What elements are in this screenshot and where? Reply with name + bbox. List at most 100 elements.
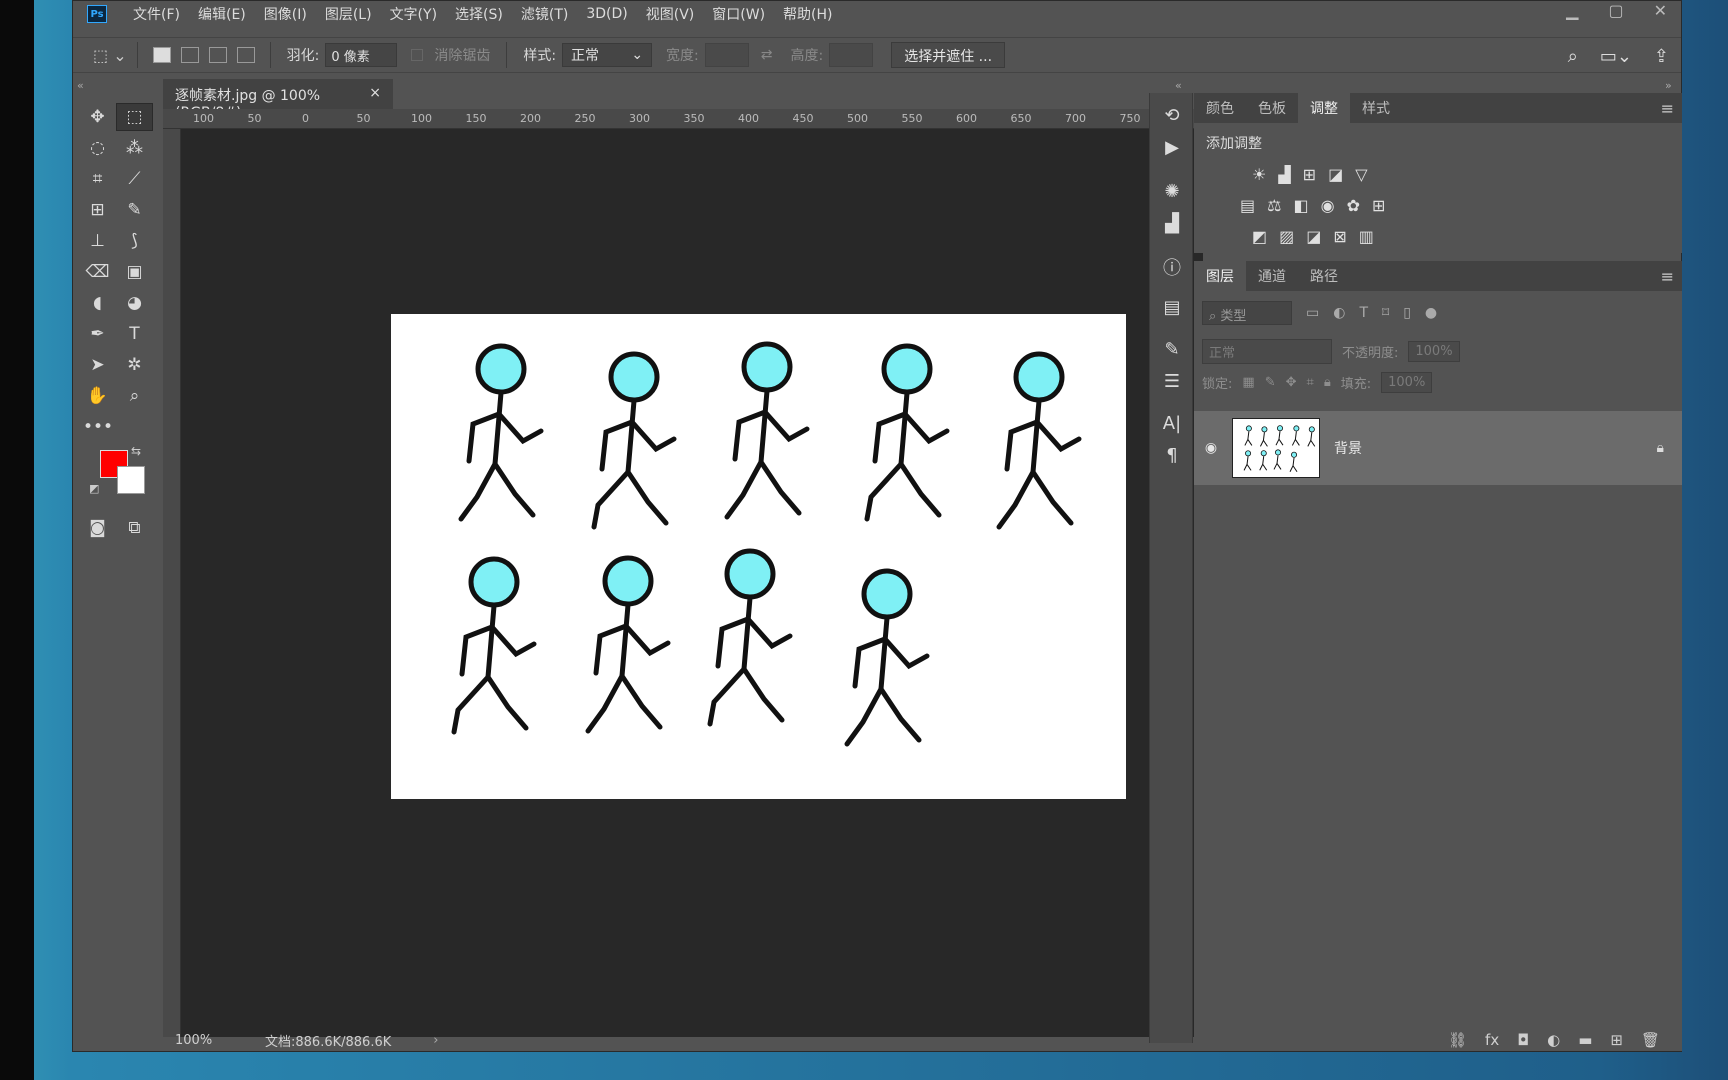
width-input[interactable] (704, 43, 749, 67)
selective-color-icon[interactable]: ⊠ (1333, 227, 1346, 246)
menu-view[interactable]: 视图(V) (646, 4, 695, 24)
invert-icon[interactable]: ◩ (1252, 227, 1267, 246)
visibility-eye-icon[interactable]: ◉ (1194, 440, 1228, 456)
filter-adjustment-icon[interactable]: ◐ (1333, 305, 1345, 321)
lock-all-icon[interactable]: 🔒︎ (1324, 375, 1331, 390)
zoom-tool-icon[interactable]: ⌕ (116, 382, 153, 410)
threshold-icon[interactable]: ◪ (1306, 227, 1321, 246)
share-icon[interactable]: ⇪ (1654, 46, 1669, 67)
close-document-icon[interactable]: × (369, 85, 381, 103)
photo-filter-icon[interactable]: ◉ (1321, 196, 1335, 215)
collapse-tools-icon[interactable]: « (77, 79, 84, 92)
zoom-level[interactable]: 100% (175, 1033, 235, 1048)
gradient-tool-icon[interactable]: ▣ (116, 258, 153, 286)
tab-channels[interactable]: 通道 (1246, 261, 1298, 291)
background-color-swatch[interactable] (117, 466, 145, 494)
libraries-icon[interactable]: ▤ (1150, 291, 1194, 323)
layer-row-background[interactable]: ◉ 背景 🔒︎ (1194, 411, 1682, 485)
actions-play-icon[interactable]: ▶ (1150, 131, 1194, 163)
filter-pixel-icon[interactable]: ▭ (1306, 305, 1319, 321)
dodge-tool-icon[interactable]: ◕ (116, 289, 153, 317)
add-mask-icon[interactable]: ◘ (1517, 1031, 1529, 1049)
history-icon[interactable]: ⟲ (1150, 99, 1194, 131)
minimize-button[interactable]: ▁ (1566, 1, 1578, 20)
filter-shape-icon[interactable]: ⌑ (1382, 305, 1389, 321)
more-tools-icon[interactable]: ••• (79, 413, 117, 441)
screen-mode-icon[interactable]: ⧉ (116, 514, 153, 542)
panel-menu-icon[interactable]: ≡ (1661, 99, 1674, 118)
intersect-selection-icon[interactable] (236, 47, 255, 63)
color-balance-icon[interactable]: ⚖ (1267, 196, 1281, 215)
canvas-area[interactable] (181, 129, 1203, 1037)
menu-type[interactable]: 文字(Y) (390, 4, 437, 24)
tab-swatches[interactable]: 色板 (1246, 93, 1298, 123)
exposure-icon[interactable]: ◪ (1328, 165, 1343, 184)
style-select[interactable]: 正常 ⌄ (562, 43, 653, 67)
layers-menu-icon[interactable]: ≡ (1661, 267, 1674, 286)
black-white-icon[interactable]: ◧ (1293, 196, 1308, 215)
new-group-icon[interactable]: ▬ (1578, 1031, 1592, 1049)
layer-name[interactable]: 背景 (1334, 438, 1362, 458)
type-tool-icon[interactable]: T (116, 320, 153, 348)
select-and-mask-button[interactable]: 选择并遮住 ... (891, 42, 1006, 68)
path-select-tool-icon[interactable]: ➤ (79, 351, 116, 379)
levels-icon[interactable]: ▟ (1278, 165, 1290, 184)
subtract-selection-icon[interactable] (208, 47, 227, 63)
document-image[interactable] (391, 314, 1126, 799)
collapse-panels-icon[interactable]: » (1665, 79, 1672, 92)
filter-smart-object-icon[interactable]: ▯ (1403, 305, 1411, 321)
menu-filter[interactable]: 滤镜(T) (521, 4, 568, 24)
navigator-icon[interactable]: ✺ (1150, 175, 1194, 207)
histogram-icon[interactable]: ▟ (1150, 207, 1194, 239)
default-colors-icon[interactable]: ◩ (89, 482, 99, 495)
menu-layer[interactable]: 图层(L) (325, 4, 372, 24)
new-layer-icon[interactable]: ⊞ (1610, 1031, 1623, 1049)
crop-tool-icon[interactable]: ⌗ (79, 165, 116, 193)
delete-layer-icon[interactable]: 🗑︎ (1641, 1031, 1660, 1049)
posterize-icon[interactable]: ▨ (1279, 227, 1294, 246)
height-input[interactable] (829, 43, 874, 67)
tab-adjustments[interactable]: 调整 (1298, 93, 1350, 123)
search-icon[interactable]: ⌕ (1568, 46, 1578, 67)
maximize-button[interactable]: ▢ (1608, 1, 1623, 20)
history-brush-tool-icon[interactable]: ⟆ (116, 227, 153, 255)
menu-3d[interactable]: 3D(D) (586, 6, 627, 22)
hand-tool-icon[interactable]: ✋ (79, 382, 116, 410)
stamp-tool-icon[interactable]: ⊥ (79, 227, 116, 255)
lock-position-icon[interactable]: ✥ (1286, 375, 1297, 390)
paragraph-icon[interactable]: ¶ (1150, 439, 1194, 471)
hue-saturation-icon[interactable]: ▤ (1240, 196, 1255, 215)
menu-file[interactable]: 文件(F) (133, 4, 180, 24)
properties-icon[interactable]: ☰ (1150, 365, 1194, 397)
menu-select[interactable]: 选择(S) (455, 4, 503, 24)
move-tool-icon[interactable]: ✥ (79, 103, 116, 131)
menu-edit[interactable]: 编辑(E) (198, 4, 246, 24)
opacity-input[interactable]: 100% (1408, 341, 1460, 362)
lasso-tool-icon[interactable]: ◌ (79, 134, 116, 162)
link-layers-icon[interactable]: ⛓ (1448, 1031, 1467, 1049)
swap-colors-icon[interactable]: ⇆ (131, 444, 141, 458)
menu-window[interactable]: 窗口(W) (712, 4, 765, 24)
brushes-icon[interactable]: ✎ (1150, 333, 1194, 365)
marquee-preset-icon[interactable]: ⬚ ⌄ (93, 46, 127, 65)
curves-icon[interactable]: ⊞ (1303, 165, 1316, 184)
gradient-map-icon[interactable]: ▥ (1359, 227, 1374, 246)
menu-image[interactable]: 图像(I) (264, 4, 307, 24)
tab-layers[interactable]: 图层 (1194, 261, 1246, 291)
blend-mode-select[interactable]: 正常 (1202, 339, 1332, 364)
healing-tool-icon[interactable]: ⊞ (79, 196, 116, 224)
feather-input[interactable]: 0 像素 (325, 43, 398, 67)
info-icon[interactable]: ⓘ (1150, 251, 1194, 283)
layer-kind-filter[interactable]: ⌕ 类型 (1202, 301, 1292, 325)
lock-transparency-icon[interactable]: ▦ (1242, 375, 1254, 390)
new-adjustment-icon[interactable]: ◐ (1547, 1031, 1560, 1049)
swap-dimensions-icon[interactable]: ⇄ (761, 47, 773, 63)
filter-toggle-icon[interactable]: ● (1425, 305, 1437, 321)
quick-mask-icon[interactable]: ◙ (79, 514, 116, 542)
character-icon[interactable]: A| (1150, 407, 1194, 439)
antialias-checkbox[interactable] (411, 49, 424, 61)
tab-paths[interactable]: 路径 (1298, 261, 1350, 291)
menu-help[interactable]: 帮助(H) (783, 4, 832, 24)
collapse-strip-icon[interactable]: « (1175, 79, 1182, 92)
brush-tool-icon[interactable]: ✎ (116, 196, 153, 224)
